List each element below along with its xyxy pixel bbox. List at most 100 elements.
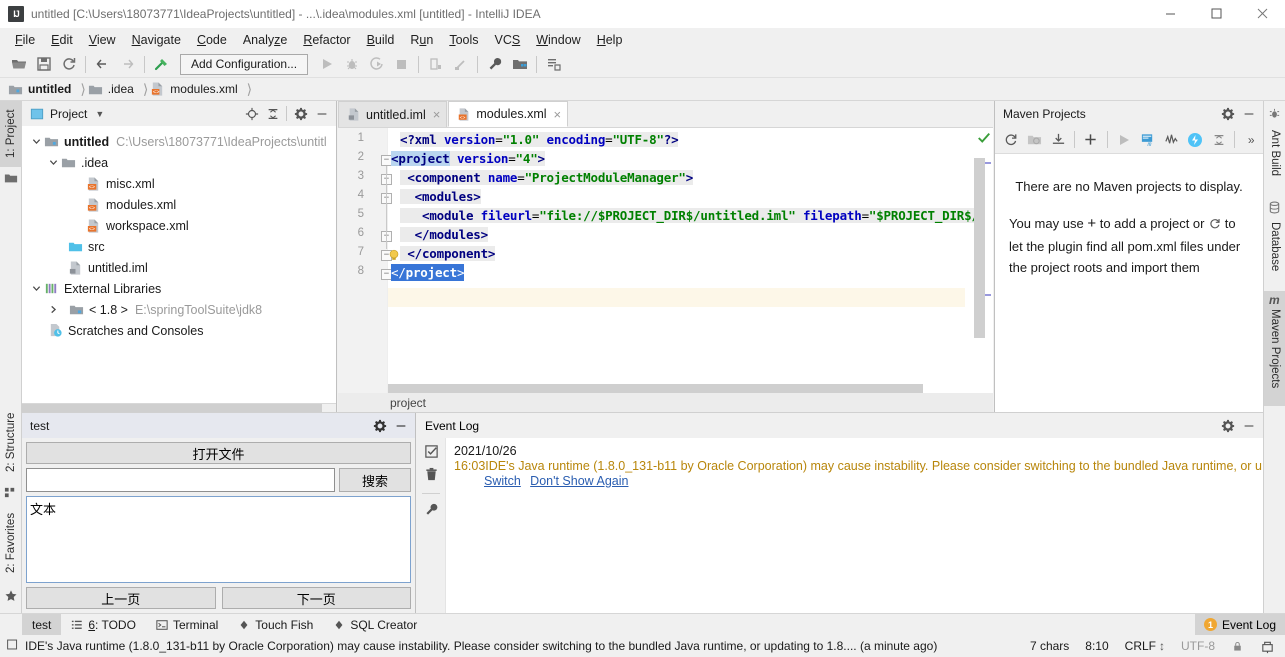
search-input[interactable] — [26, 468, 335, 492]
settings-wrench-icon[interactable] — [424, 502, 439, 520]
project-tree[interactable]: untitled C:\Users\18073771\IdeaProjects\… — [22, 126, 336, 403]
bottom-tab-terminal[interactable]: Terminal — [146, 614, 228, 636]
text-output-area[interactable]: 文本 — [26, 496, 411, 583]
menu-build[interactable]: Build — [359, 31, 403, 49]
bottom-tab-test[interactable]: test — [22, 613, 62, 636]
tree-node-scratches[interactable]: Scratches and Consoles — [22, 320, 336, 341]
close-icon[interactable]: × — [554, 107, 562, 122]
tree-node-jdk[interactable]: < 1.8 > E:\springToolSuite\jdk8 — [22, 299, 336, 320]
chevron-down-icon[interactable] — [30, 135, 43, 148]
save-all-icon[interactable] — [31, 53, 56, 76]
sidebar-item-project[interactable]: 1: Project — [0, 101, 22, 167]
delete-icon[interactable] — [424, 467, 439, 485]
close-icon[interactable]: × — [433, 107, 441, 122]
editor-tab-modules-xml[interactable]: <> modules.xml × — [448, 101, 569, 127]
menu-refactor[interactable]: Refactor — [295, 31, 358, 49]
hide-icon[interactable] — [390, 415, 411, 436]
maximize-icon[interactable] — [1193, 0, 1239, 28]
run-coverage-icon[interactable] — [364, 53, 389, 76]
open-folder-icon[interactable] — [6, 53, 31, 76]
forward-arrow-icon[interactable] — [115, 53, 140, 76]
caret-position[interactable]: 8:10 — [1085, 639, 1108, 653]
menu-vcs[interactable]: VCS — [487, 31, 529, 49]
breadcrumb-item-project[interactable]: untitled — [8, 78, 74, 101]
tree-node-src[interactable]: src — [22, 236, 336, 257]
profiler-icon[interactable] — [423, 53, 448, 76]
sidebar-item-maven-projects[interactable]: Maven Projects — [1264, 291, 1285, 406]
info-icon[interactable] — [6, 638, 19, 654]
menu-code[interactable]: Code — [189, 31, 235, 49]
breadcrumb-item-file[interactable]: <> modules.xml — [150, 78, 240, 101]
wrench-settings-icon[interactable] — [482, 53, 507, 76]
reload-icon[interactable] — [999, 128, 1023, 151]
search-button[interactable]: 搜索 — [339, 468, 411, 492]
chevron-right-icon[interactable] — [47, 303, 60, 316]
toggle-offline-icon[interactable] — [1183, 128, 1207, 151]
ok-check-icon[interactable] — [977, 131, 991, 148]
next-page-button[interactable]: 下一页 — [221, 587, 411, 609]
generate-sources-icon[interactable] — [1023, 128, 1047, 151]
hide-icon[interactable] — [1238, 415, 1259, 436]
tree-node-untitled-iml[interactable]: untitled.iml — [22, 257, 336, 278]
download-sources-icon[interactable] — [1046, 128, 1070, 151]
execute-goal-icon[interactable]: m — [1136, 128, 1160, 151]
chevron-down-icon[interactable] — [47, 156, 60, 169]
tree-node-external-libraries[interactable]: External Libraries — [22, 278, 336, 299]
menu-analyze[interactable]: Analyze — [235, 31, 295, 49]
tree-node-idea[interactable]: .idea — [22, 152, 336, 173]
editor-vertical-scrollbar[interactable] — [974, 158, 985, 338]
locate-file-icon[interactable] — [241, 103, 262, 124]
editor-hscrollbar-track[interactable] — [388, 384, 973, 393]
minimize-icon[interactable] — [1147, 0, 1193, 28]
file-encoding[interactable]: UTF-8 — [1181, 639, 1215, 653]
bottom-tab-event-log[interactable]: 1 Event Log — [1194, 613, 1285, 636]
mark-all-read-icon[interactable] — [424, 444, 439, 462]
chevron-down-icon[interactable]: ▼ — [95, 109, 104, 119]
dont-show-again-link[interactable]: Don't Show Again — [530, 474, 628, 488]
sidebar-item-structure[interactable]: 2: Structure — [0, 401, 22, 483]
search-everywhere-icon[interactable] — [541, 53, 566, 76]
run-configuration-selector[interactable]: Add Configuration... — [180, 53, 309, 75]
run-icon[interactable] — [1112, 128, 1136, 151]
breadcrumb-item-idea[interactable]: .idea — [88, 78, 137, 101]
attach-profiler-icon[interactable] — [448, 53, 473, 76]
toggle-skip-tests-icon[interactable] — [1159, 128, 1183, 151]
build-hammer-icon[interactable] — [149, 53, 174, 76]
sidebar-item-favorites[interactable]: 2: Favorites — [0, 501, 22, 585]
bottom-tab-sql-creator[interactable]: SQL Creator — [323, 614, 427, 636]
debug-icon[interactable] — [339, 53, 364, 76]
add-icon[interactable] — [1079, 128, 1103, 151]
open-file-button[interactable]: 打开文件 — [26, 442, 411, 464]
run-icon[interactable] — [314, 53, 339, 76]
project-structure-icon[interactable] — [507, 53, 532, 76]
menu-help[interactable]: Help — [589, 31, 631, 49]
tree-node-misc-xml[interactable]: <> misc.xml — [22, 173, 336, 194]
collapse-all-icon[interactable] — [262, 103, 283, 124]
stop-icon[interactable] — [389, 53, 414, 76]
sync-icon[interactable] — [56, 53, 81, 76]
lightbulb-icon[interactable] — [387, 248, 401, 265]
bottom-tab-touch-fish[interactable]: Touch Fish — [228, 614, 323, 636]
menu-tools[interactable]: Tools — [441, 31, 486, 49]
gear-icon[interactable] — [1217, 415, 1238, 436]
chevron-down-icon[interactable] — [30, 282, 43, 295]
switch-link[interactable]: Switch — [484, 474, 521, 488]
sidebar-item-ant-build[interactable]: Ant Build — [1264, 121, 1285, 185]
menu-edit[interactable]: Edit — [43, 31, 81, 49]
gear-icon[interactable] — [290, 103, 311, 124]
hide-icon[interactable] — [1238, 103, 1259, 124]
lock-icon[interactable] — [1231, 640, 1244, 653]
close-icon[interactable] — [1239, 0, 1285, 28]
line-separator[interactable]: CRLF ↕ — [1125, 639, 1165, 653]
sidebar-item-database[interactable]: Database — [1264, 216, 1285, 278]
menu-run[interactable]: Run — [402, 31, 441, 49]
previous-page-button[interactable]: 上一页 — [26, 587, 216, 609]
gear-icon[interactable] — [369, 415, 390, 436]
editor-hscrollbar-thumb[interactable] — [388, 384, 923, 393]
editor-tab-untitled-iml[interactable]: untitled.iml × — [338, 101, 448, 127]
tree-node-untitled[interactable]: untitled C:\Users\18073771\IdeaProjects\… — [22, 131, 336, 152]
inspector-icon[interactable] — [1260, 639, 1275, 654]
bottom-tab-todo[interactable]: 6: TODO — [61, 614, 146, 636]
back-arrow-icon[interactable] — [90, 53, 115, 76]
code-editor[interactable]: 1 2 3 4 5 6 7 8 − − − − − − <?xml versio… — [338, 128, 993, 412]
